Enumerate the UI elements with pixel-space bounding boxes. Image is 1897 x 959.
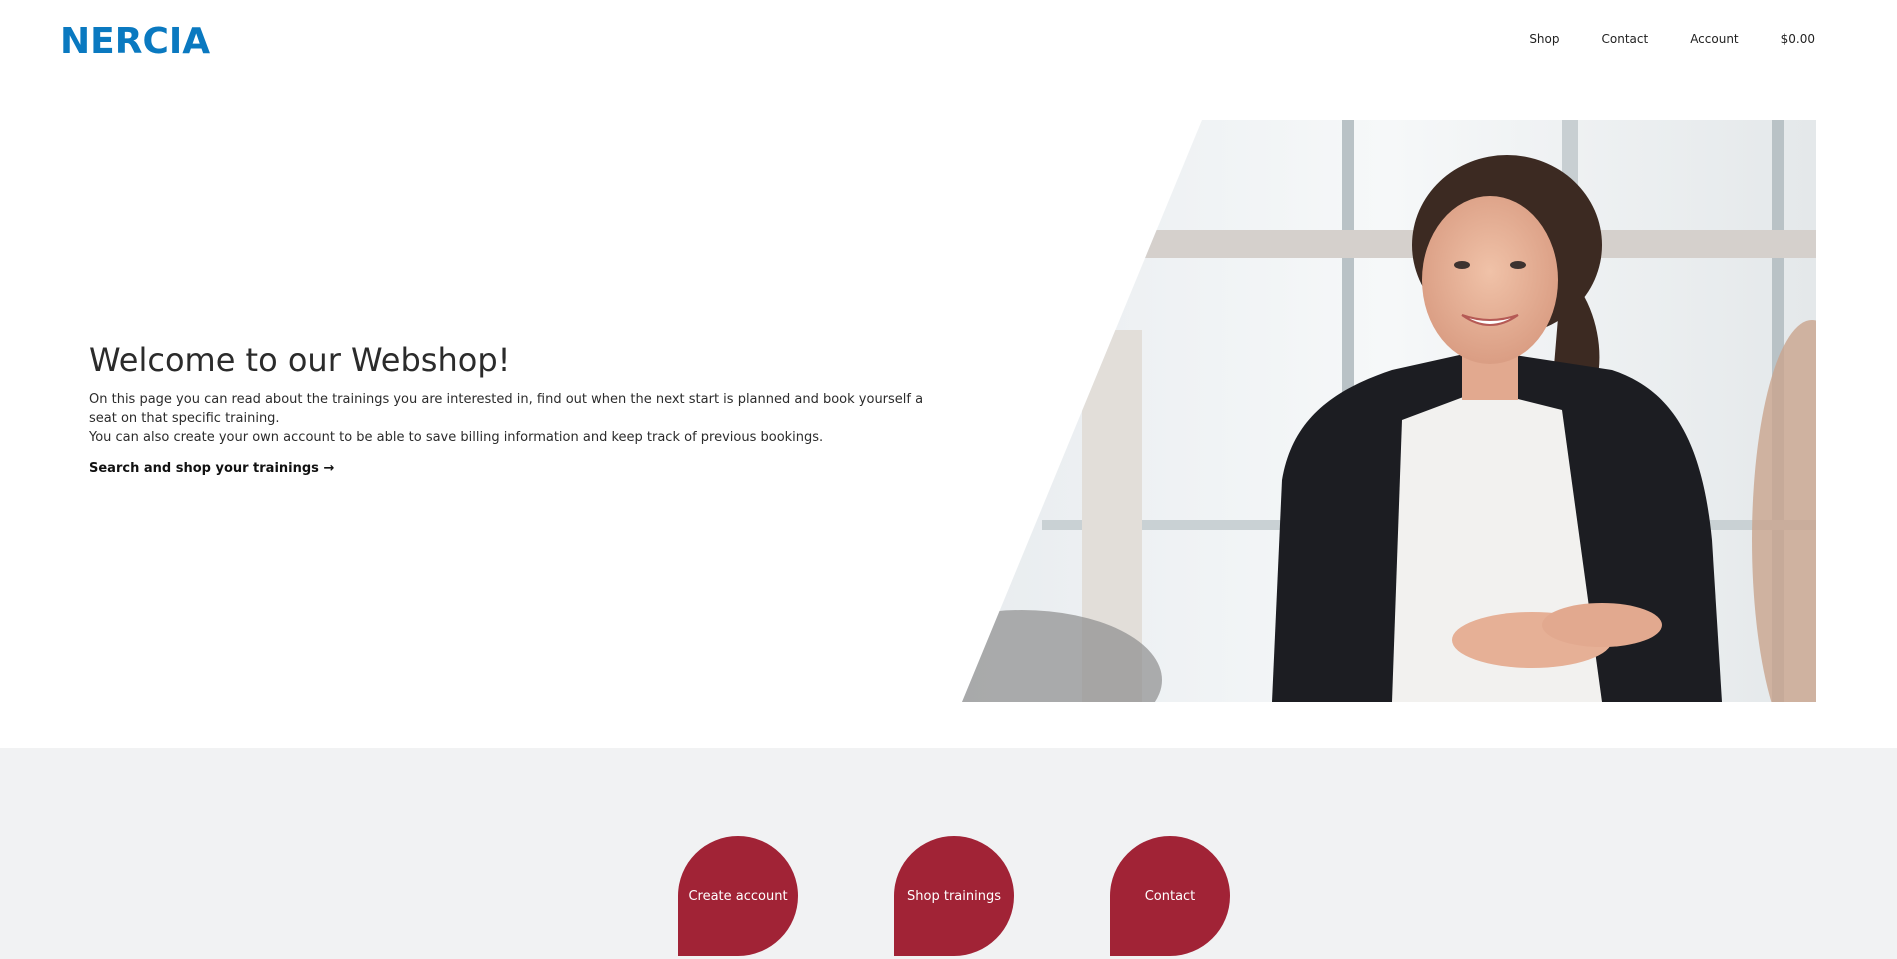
shop-trainings-link[interactable]: Search and shop your trainings → <box>89 461 334 476</box>
hero-description-account: You can also create your own account to … <box>89 430 824 445</box>
nercia-logo[interactable]: NERCIA <box>60 20 210 64</box>
nav-shop-link[interactable]: Shop <box>1529 30 1559 48</box>
hero-section: Welcome to our Webshop! On this page you… <box>0 90 1897 748</box>
site-header: NERCIA Shop Contact Account $0.00 <box>0 0 1897 90</box>
shop-trainings-button[interactable]: Shop trainings <box>894 836 1014 956</box>
nav-account-link[interactable]: Account <box>1690 30 1738 48</box>
hero-description: On this page you can read about the trai… <box>89 392 924 426</box>
create-account-button[interactable]: Create account <box>678 836 798 956</box>
page-title: Welcome to our Webshop! <box>89 341 511 379</box>
presenter-photo <box>962 120 1816 702</box>
cart-total-link[interactable]: $0.00 <box>1781 30 1815 48</box>
main-nav: Shop Contact Account $0.00 <box>1487 30 1815 48</box>
hero-text: Welcome to our Webshop! On this page you… <box>89 340 929 476</box>
quick-links-section: Create account Shop trainings Contact <box>0 748 1897 959</box>
nav-contact-link[interactable]: Contact <box>1602 30 1649 48</box>
hero-photo <box>962 120 1816 702</box>
contact-button[interactable]: Contact <box>1110 836 1230 956</box>
